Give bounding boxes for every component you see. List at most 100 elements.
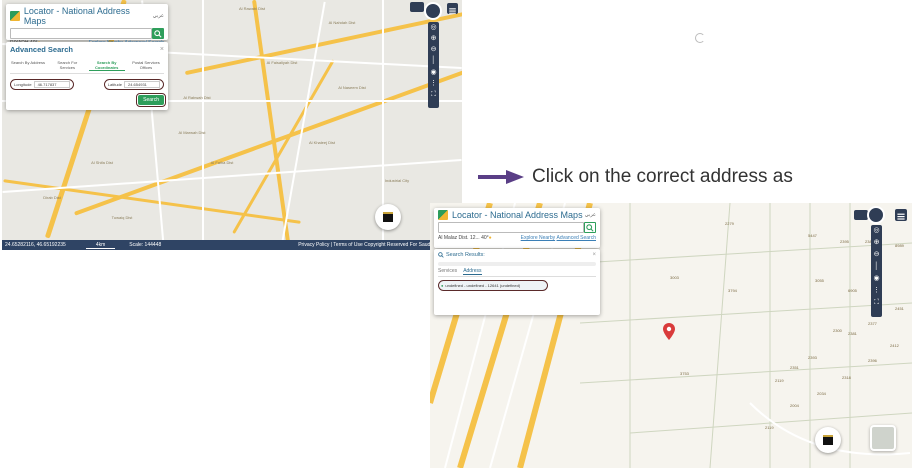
kaaba-icon	[823, 435, 833, 445]
longitude-field[interactable]: Longitude 46.717837	[10, 79, 74, 90]
cursor-coordinates: 24.65282116, 46.65192235	[5, 242, 66, 248]
layers-icon[interactable]	[854, 210, 868, 220]
language-link[interactable]: عربي	[153, 13, 164, 19]
tab-search-by-coordinates[interactable]: Search By Coordinates	[88, 60, 125, 71]
locator-panel-2: Locator - National Address Maps عربي Al …	[434, 208, 600, 248]
latitude-label: Latitude	[107, 82, 122, 87]
map-label: Al Rawabi Dist	[238, 6, 265, 11]
tab-address[interactable]: Address	[463, 268, 482, 275]
temperature: 40°	[481, 235, 489, 241]
instruction-caption: Click on the correct address as	[478, 166, 793, 188]
map-label: Al Faisaliyah Dist	[266, 60, 298, 65]
locate-icon[interactable]: ◎	[871, 225, 882, 237]
map-label: Al Shifa Dist	[91, 160, 113, 165]
parcel-number: 2318	[842, 375, 851, 380]
layers-icon[interactable]	[410, 2, 424, 12]
map-view-1[interactable]: Al Rawabi Dist Al Nahdah Dist Al Faisali…	[2, 0, 462, 250]
tab-search-by-address[interactable]: Search By Address	[10, 60, 46, 71]
fullscreen-icon[interactable]: ⛶	[428, 89, 439, 100]
zoom-out-icon[interactable]: ⊖	[871, 249, 882, 261]
map-view-2[interactable]: 2279 5447 2395 2380 3055 8989 2451 6905 …	[430, 203, 912, 468]
scale-bar: 4km	[85, 242, 116, 249]
measure-icon[interactable]: ⋮	[871, 285, 882, 297]
measure-icon[interactable]: ⋮	[428, 78, 439, 89]
parcel-number: 3055	[815, 278, 824, 283]
parcel-number: 2034	[817, 391, 826, 396]
kaaba-qibla-button[interactable]	[375, 204, 401, 230]
locator-logo-icon	[438, 210, 448, 220]
zoom-out-icon[interactable]: ⊖	[428, 44, 439, 55]
zoom-in-icon[interactable]: ⊕	[428, 33, 439, 44]
parcel-number: 2351	[790, 365, 799, 370]
parcel-number: 5447	[808, 233, 817, 238]
language-link[interactable]: عربي	[585, 212, 596, 218]
kaaba-qibla-button[interactable]	[815, 427, 841, 453]
search-icon	[438, 252, 444, 258]
map-label: Al Khaleej Dist	[308, 140, 335, 145]
parcel-number: 3003	[670, 275, 679, 280]
result-text: undefined - undefined - 12641 (undefined…	[445, 283, 521, 288]
map-tools-bar: ◎ ⊕ ⊖ │ ◉ ⋮ ⛶	[871, 225, 882, 317]
basemap-thumbnail[interactable]	[870, 425, 896, 451]
longitude-label: Longitude	[14, 82, 32, 87]
parcel-number: 3753	[680, 371, 689, 376]
location-pin-icon[interactable]	[663, 323, 675, 340]
zoom-slider[interactable]: │	[871, 261, 882, 273]
parcel-number: 3794	[728, 288, 737, 293]
menu-icon[interactable]	[447, 3, 458, 14]
parcel-number: 2393	[808, 355, 817, 360]
map-label: Al Rabwah Dist	[183, 95, 211, 100]
explore-nearby-link[interactable]: Explore Nearby	[521, 235, 555, 241]
district-label: Al Malaz Dist. 12...	[438, 235, 480, 241]
tab-services[interactable]: Services	[438, 268, 457, 275]
map-tools-bar: ◎ ⊕ ⊖ │ ◉ ⋮ ⛶	[428, 22, 439, 108]
zoom-in-icon[interactable]: ⊕	[871, 237, 882, 249]
parcel-number: 2119	[775, 378, 784, 383]
zoom-slider[interactable]: │	[428, 55, 439, 67]
search-button[interactable]	[152, 28, 164, 39]
map-label: Al Marwah Dist	[178, 130, 206, 135]
globe-icon[interactable]: ◉	[871, 273, 882, 285]
locator-panel: Locator - National Address Maps عربي RIY…	[6, 4, 168, 46]
map-label: Tuwaiq Dist	[111, 215, 133, 220]
app-title: Locator - National Address Maps	[23, 6, 130, 26]
advanced-search-link[interactable]: Advanced Search	[557, 235, 596, 241]
results-scrollbar[interactable]	[438, 262, 596, 266]
menu-icon[interactable]	[895, 209, 907, 221]
search-button[interactable]	[584, 222, 596, 233]
tab-postal-services-offices[interactable]: Postal Services Offices	[128, 60, 164, 71]
pan-compass-icon[interactable]	[424, 2, 442, 20]
pan-compass-icon[interactable]	[867, 206, 885, 224]
parcel-number: 2279	[725, 221, 734, 226]
kaaba-icon	[383, 212, 393, 222]
scale-label: Scale: 144448	[129, 242, 162, 248]
parcel-number: 2300	[833, 328, 842, 333]
parcel-number: 2377	[868, 321, 877, 326]
latitude-input[interactable]: 24.654931	[124, 81, 160, 88]
close-icon[interactable]: ×	[592, 252, 596, 258]
parcel-number: 2381	[848, 331, 857, 336]
search-icon	[586, 223, 594, 232]
map-label: Al Naseem Dist	[338, 85, 366, 90]
map-label: Industrial City	[384, 178, 410, 183]
close-icon[interactable]: ×	[160, 46, 164, 53]
tab-search-for-services[interactable]: Search For Services	[49, 60, 85, 71]
parcel-number: 6905	[848, 288, 857, 293]
instruction-text: Click on the correct address as	[532, 166, 793, 187]
fullscreen-icon[interactable]: ⛶	[871, 297, 882, 309]
latitude-field[interactable]: Latitude 24.654931	[103, 79, 164, 90]
sun-icon: ●	[488, 235, 492, 241]
locator-logo-icon	[10, 11, 20, 21]
result-item[interactable]: ● undefined - undefined - 12641 (undefin…	[438, 280, 548, 291]
globe-icon[interactable]: ◉	[428, 67, 439, 78]
result-pin-icon: ●	[441, 283, 444, 288]
search-input[interactable]	[10, 28, 152, 39]
locate-icon[interactable]: ◎	[428, 22, 439, 33]
search-input[interactable]	[438, 222, 584, 233]
results-title: Search Results:	[446, 252, 485, 258]
search-submit-button[interactable]: Search	[136, 93, 166, 107]
longitude-input[interactable]: 46.717837	[33, 81, 70, 88]
parcel-number: 8989	[895, 243, 904, 248]
search-icon	[154, 29, 162, 38]
map-label: Dirab Dist	[43, 195, 61, 200]
